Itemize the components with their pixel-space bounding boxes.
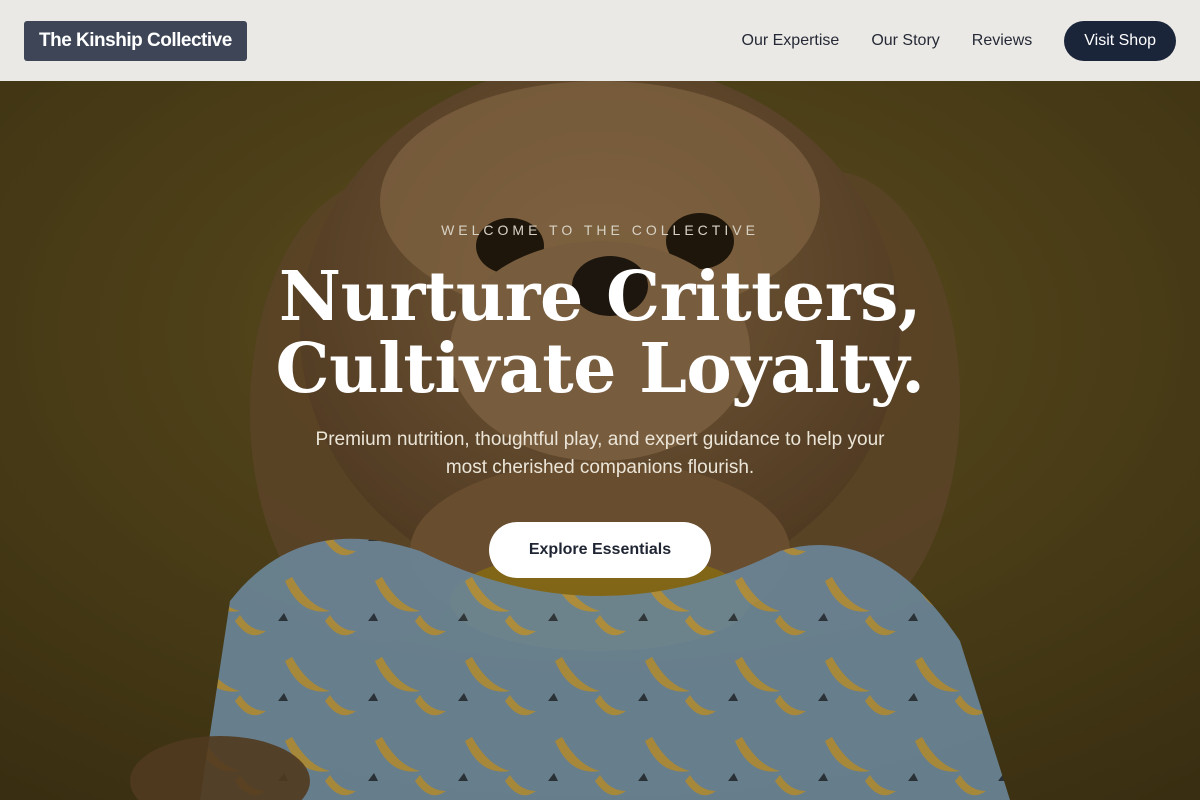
nav-link-reviews[interactable]: Reviews (972, 32, 1032, 50)
headline-line-2: Cultivate Loyalty. (275, 329, 925, 409)
headline-line-1: Nurture Critters, (278, 257, 922, 337)
visit-shop-button[interactable]: Visit Shop (1064, 20, 1176, 61)
brand-logo[interactable]: The Kinship Collective (24, 20, 247, 61)
nav-links: Our Expertise Our Story Reviews Visit Sh… (742, 20, 1176, 61)
hero-eyebrow: WELCOME TO THE COLLECTIVE (441, 222, 759, 238)
nav-link-our-expertise[interactable]: Our Expertise (742, 32, 840, 50)
hero-headline: Nurture Critters, Cultivate Loyalty. (0, 261, 1200, 405)
subtitle-line-2: most cherished companions flourish. (445, 457, 755, 478)
hero-subtitle: Premium nutrition, thoughtful play, and … (270, 426, 930, 482)
subtitle-line-1: Premium nutrition, thoughtful play, and … (315, 429, 885, 450)
top-navbar: The Kinship Collective Our Expertise Our… (0, 0, 1200, 81)
nav-link-our-story[interactable]: Our Story (871, 32, 939, 50)
explore-essentials-button[interactable]: Explore Essentials (489, 522, 711, 578)
hero-section: WELCOME TO THE COLLECTIVE Nurture Critte… (0, 81, 1200, 800)
